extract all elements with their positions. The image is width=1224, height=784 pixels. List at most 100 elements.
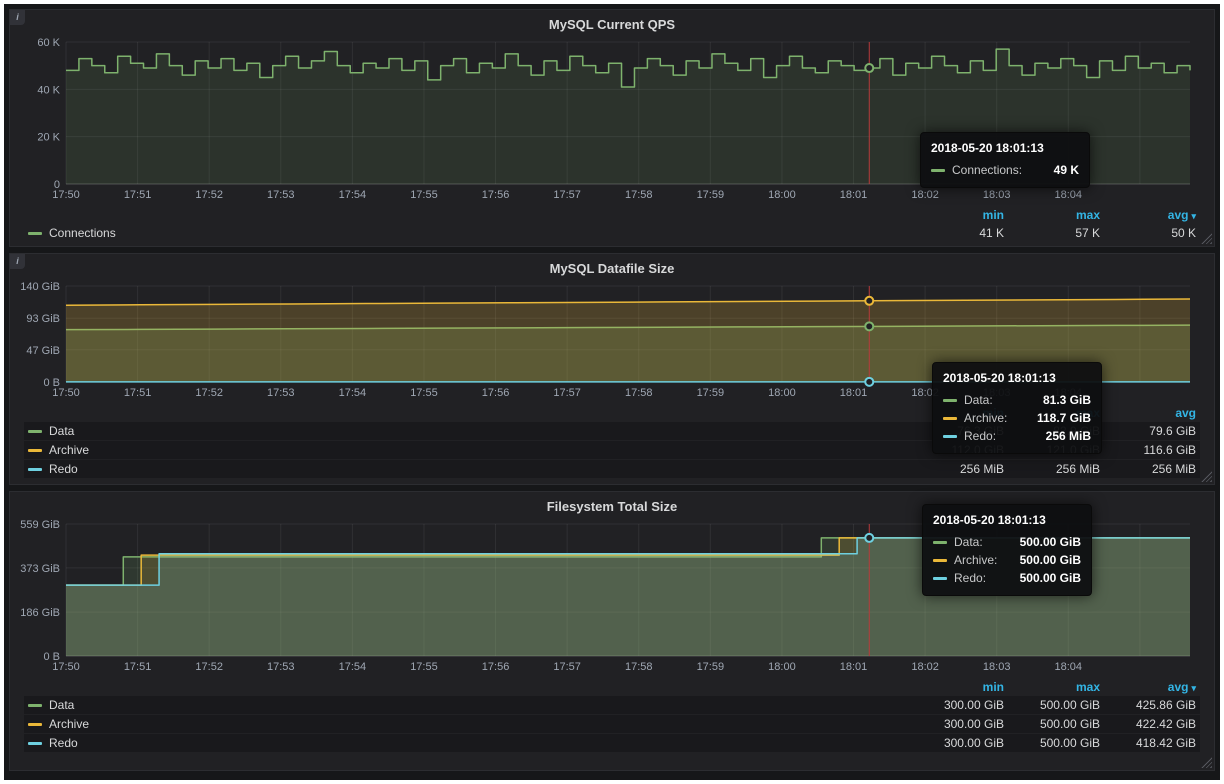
svg-text:17:53: 17:53 <box>267 661 295 673</box>
series-swatch-archive <box>28 449 42 452</box>
legend-min-value: 256 MiB <box>908 462 1004 476</box>
legend: min max avg▾ Data 300.00 GiB 500.00 GiB … <box>20 676 1204 752</box>
panel-filesystem-total-size: Filesystem Total Size 17:5017:5117:5217:… <box>9 491 1215 771</box>
svg-text:0: 0 <box>54 179 60 191</box>
legend-max-value: 500.00 GiB <box>1004 698 1100 712</box>
legend-row-archive: Archive 300.00 GiB 500.00 GiB 422.42 GiB <box>24 715 1200 733</box>
svg-text:17:55: 17:55 <box>410 387 438 399</box>
series-swatch-connections <box>931 169 945 172</box>
legend-max-value: 256 MiB <box>1004 462 1100 476</box>
svg-text:18:00: 18:00 <box>768 189 796 201</box>
legend-sort-max[interactable]: max <box>1004 680 1100 694</box>
legend-header-row: min max avg▾ <box>24 206 1200 224</box>
svg-text:93 GiB: 93 GiB <box>26 313 60 325</box>
svg-text:17:56: 17:56 <box>482 189 510 201</box>
panel-info-icon[interactable]: i <box>10 254 25 269</box>
legend-series-label: Data <box>49 698 74 712</box>
svg-text:140 GiB: 140 GiB <box>20 281 60 293</box>
series-swatch-redo <box>28 742 42 745</box>
tooltip-series-name: Archive: <box>954 553 997 567</box>
tooltip-row: Redo: 256 MiB <box>943 427 1091 445</box>
tooltip-series-name: Data: <box>964 393 993 407</box>
legend-avg-value: 422.42 GiB <box>1100 717 1196 731</box>
svg-text:186 GiB: 186 GiB <box>20 607 60 619</box>
legend-series-label: Redo <box>49 462 78 476</box>
tooltip-row: Data: 500.00 GiB <box>933 533 1081 551</box>
legend-avg-value: 256 MiB <box>1100 462 1196 476</box>
legend-series-archive[interactable]: Archive <box>28 717 908 731</box>
panel-resize-handle[interactable] <box>1201 757 1212 768</box>
legend-max-value: 57 K <box>1004 226 1100 240</box>
svg-text:17:53: 17:53 <box>267 387 295 399</box>
tooltip-series-value: 500.00 GiB <box>1006 535 1081 549</box>
svg-text:20 K: 20 K <box>37 132 60 144</box>
legend-series-data[interactable]: Data <box>28 698 908 712</box>
svg-text:17:58: 17:58 <box>625 661 653 673</box>
legend-avg-value: 418.42 GiB <box>1100 736 1196 750</box>
chart-tooltip: 2018-05-20 18:01:13 Connections: 49 K <box>920 132 1090 188</box>
panel-title[interactable]: MySQL Current QPS <box>20 16 1204 36</box>
svg-text:18:04: 18:04 <box>1055 189 1083 201</box>
caret-down-icon: ▾ <box>1191 683 1196 693</box>
legend-row-redo: Redo 256 MiB 256 MiB 256 MiB <box>24 460 1200 478</box>
svg-text:17:52: 17:52 <box>195 189 223 201</box>
legend-sort-max[interactable]: max <box>1004 208 1100 222</box>
series-swatch-archive <box>943 417 957 420</box>
series-swatch-data <box>943 399 957 402</box>
legend-series-label: Redo <box>49 736 78 750</box>
svg-text:18:01: 18:01 <box>840 387 868 399</box>
legend-sort-avg[interactable]: avg <box>1100 406 1196 420</box>
legend-header-row: min max avg▾ <box>24 678 1200 696</box>
tooltip-series-name: Connections: <box>952 163 1022 177</box>
tooltip-series-value: 500.00 GiB <box>1006 553 1081 567</box>
legend-sort-avg[interactable]: avg▾ <box>1100 680 1196 694</box>
svg-text:559 GiB: 559 GiB <box>20 519 60 531</box>
legend-series-redo[interactable]: Redo <box>28 736 908 750</box>
legend-sort-avg[interactable]: avg▾ <box>1100 208 1196 222</box>
legend-row-data: Data 300.00 GiB 500.00 GiB 425.86 GiB <box>24 696 1200 714</box>
tooltip-series-value: 49 K <box>1040 163 1079 177</box>
tooltip-row: Archive: 500.00 GiB <box>933 551 1081 569</box>
svg-text:17:52: 17:52 <box>195 387 223 399</box>
caret-down-icon: ▾ <box>1191 211 1196 221</box>
legend-sort-min[interactable]: min <box>908 208 1004 222</box>
legend-series-connections[interactable]: Connections <box>28 226 908 240</box>
svg-text:60 K: 60 K <box>37 37 60 49</box>
legend-avg-value: 79.6 GiB <box>1100 424 1196 438</box>
svg-text:17:56: 17:56 <box>482 387 510 399</box>
tooltip-series-value: 500.00 GiB <box>1006 571 1081 585</box>
svg-text:17:54: 17:54 <box>339 189 367 201</box>
svg-text:17:54: 17:54 <box>339 661 367 673</box>
grafana-dashboard: i MySQL Current QPS 17:5017:5117:5217:53… <box>4 4 1220 780</box>
svg-text:17:57: 17:57 <box>553 661 581 673</box>
legend-series-archive[interactable]: Archive <box>28 443 908 457</box>
legend-max-value: 500.00 GiB <box>1004 736 1100 750</box>
panel-info-icon[interactable]: i <box>10 10 25 25</box>
tooltip-timestamp: 2018-05-20 18:01:13 <box>943 371 1091 385</box>
svg-text:17:56: 17:56 <box>482 661 510 673</box>
series-swatch-data <box>933 541 947 544</box>
chart-tooltip: 2018-05-20 18:01:13 Data: 81.3 GiB Archi… <box>932 362 1102 454</box>
svg-text:18:01: 18:01 <box>840 189 868 201</box>
legend-min-value: 300.00 GiB <box>908 736 1004 750</box>
svg-text:17:51: 17:51 <box>124 387 152 399</box>
legend-series-label: Data <box>49 424 74 438</box>
legend-sort-min[interactable]: min <box>908 680 1004 694</box>
svg-text:18:00: 18:00 <box>768 387 796 399</box>
legend-series-data[interactable]: Data <box>28 424 908 438</box>
svg-text:18:03: 18:03 <box>983 189 1011 201</box>
svg-text:17:57: 17:57 <box>553 387 581 399</box>
series-swatch-data <box>28 704 42 707</box>
legend: min max avg▾ Connections 41 K 57 K 50 K <box>20 204 1204 242</box>
legend-series-label: Archive <box>49 443 89 457</box>
tooltip-row: Archive: 118.7 GiB <box>943 409 1091 427</box>
legend-series-redo[interactable]: Redo <box>28 462 908 476</box>
series-swatch-connections <box>28 232 42 235</box>
svg-text:18:03: 18:03 <box>983 661 1011 673</box>
svg-text:40 K: 40 K <box>37 84 60 96</box>
tooltip-series-name: Redo: <box>964 429 996 443</box>
series-swatch-redo <box>28 468 42 471</box>
panel-title[interactable]: MySQL Datafile Size <box>20 260 1204 280</box>
tooltip-series-value: 118.7 GiB <box>1023 411 1091 425</box>
svg-text:0 B: 0 B <box>43 377 60 389</box>
